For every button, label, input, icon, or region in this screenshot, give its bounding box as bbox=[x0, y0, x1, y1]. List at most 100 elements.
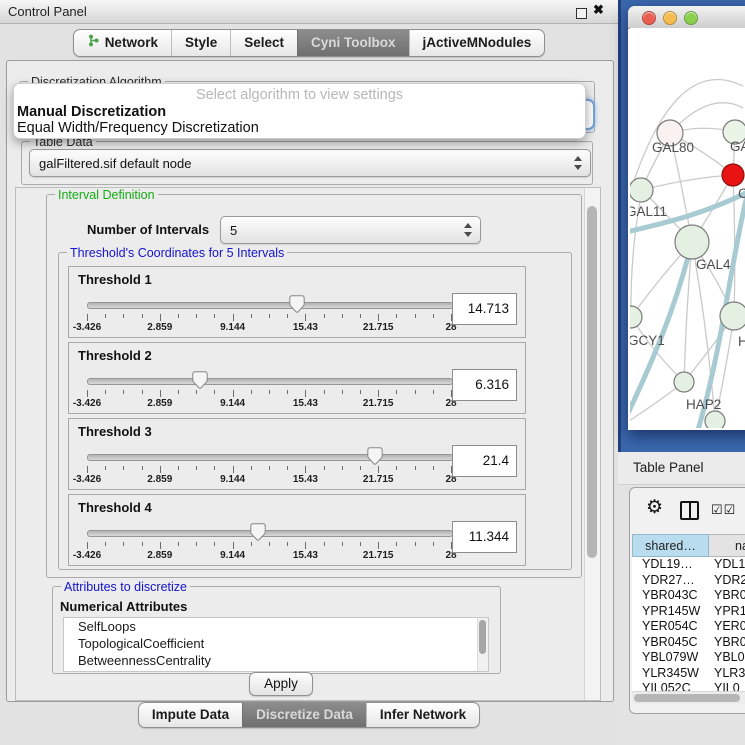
table-cell[interactable]: YBL079W bbox=[632, 650, 709, 666]
table-row[interactable]: YBR043CYBR0 bbox=[632, 588, 745, 604]
num-intervals-combobox[interactable]: 5 bbox=[220, 216, 481, 244]
table-cell[interactable]: YLR3 bbox=[709, 666, 745, 682]
table-rows: YDL19…YDL1YDR27…YDR2YBR043CYBR0YPR145WYP… bbox=[632, 557, 745, 691]
float-window-icon[interactable] bbox=[576, 8, 587, 19]
tick-mark bbox=[324, 466, 325, 470]
dropdown-option-manual[interactable]: Manual Discretization bbox=[17, 104, 166, 120]
tab-network[interactable]: Network bbox=[74, 30, 171, 56]
tab-jactivemnodules[interactable]: jActiveMNodules bbox=[409, 30, 545, 56]
network-node[interactable] bbox=[674, 372, 694, 392]
list-item[interactable]: BetweennessCentrality bbox=[64, 652, 488, 669]
table-cell[interactable]: YBR045C bbox=[632, 635, 709, 651]
table-cell[interactable]: YER0 bbox=[709, 619, 745, 635]
dropdown-hint: Select algorithm to view settings bbox=[14, 87, 585, 103]
table-cell[interactable]: YBR0 bbox=[709, 635, 745, 651]
table-cell[interactable]: YPR145W bbox=[632, 604, 709, 620]
tick-mark bbox=[360, 314, 361, 318]
threshold-value-field[interactable]: 21.4 bbox=[452, 445, 517, 477]
scrollbar-thumb[interactable] bbox=[634, 694, 740, 702]
close-traffic-light-icon[interactable] bbox=[642, 11, 656, 25]
threshold-slider[interactable] bbox=[87, 297, 451, 313]
close-icon[interactable]: ✖ bbox=[593, 2, 604, 18]
tick-mark bbox=[305, 390, 306, 397]
tick-mark bbox=[324, 542, 325, 546]
list-scrollbar[interactable] bbox=[477, 618, 488, 671]
table-row[interactable]: YLR345WYLR3 bbox=[632, 666, 745, 682]
threshold-slider[interactable] bbox=[87, 525, 451, 541]
tick-mark bbox=[233, 390, 234, 397]
apply-button[interactable]: Apply bbox=[249, 672, 313, 696]
dropdown-option-equal-width[interactable]: Equal Width/Frequency Discretization bbox=[17, 120, 259, 136]
table-cell[interactable]: YDR27… bbox=[632, 573, 709, 589]
tick-mark bbox=[142, 542, 143, 546]
zoom-traffic-light-icon[interactable] bbox=[684, 11, 698, 25]
tab-label: Network bbox=[105, 30, 158, 56]
network-window-titlebar bbox=[628, 6, 745, 29]
cyni-toolbox-pane: Discretization Algorithm Select algorith… bbox=[6, 60, 614, 702]
table-cell[interactable]: YPR1 bbox=[709, 604, 745, 620]
table-cell[interactable]: YIL052C bbox=[632, 681, 709, 691]
horizontal-scrollbar[interactable] bbox=[632, 691, 745, 704]
column-header-name[interactable]: na bbox=[709, 534, 745, 557]
table-cell[interactable]: YER054C bbox=[632, 619, 709, 635]
network-node[interactable] bbox=[705, 411, 725, 428]
network-node[interactable] bbox=[630, 178, 653, 202]
table-row[interactable]: YDR27…YDR2 bbox=[632, 573, 745, 589]
table-cell[interactable]: YDR2 bbox=[709, 573, 745, 589]
table-cell[interactable]: YBL0 bbox=[709, 650, 745, 666]
table-row[interactable]: YER054CYER0 bbox=[632, 619, 745, 635]
table-cell[interactable]: YBR043C bbox=[632, 588, 709, 604]
list-item[interactable]: SelfLoops bbox=[64, 618, 488, 635]
numerical-attributes-label: Numerical Attributes bbox=[60, 599, 187, 614]
node-label: GAL4 bbox=[696, 257, 731, 272]
list-item[interactable]: TopologicalCoefficient bbox=[64, 635, 488, 652]
table-row[interactable]: YDL19…YDL1 bbox=[632, 557, 745, 573]
network-node[interactable] bbox=[720, 302, 745, 330]
network-node[interactable] bbox=[630, 306, 642, 328]
table-cell[interactable]: YLR345W bbox=[632, 666, 709, 682]
split-view-icon[interactable] bbox=[680, 501, 699, 520]
vertical-scrollbar[interactable] bbox=[584, 188, 600, 700]
threshold-3-box: Threshold 3 -3.426 2.859 9.144 15.43 21.… bbox=[68, 418, 526, 490]
tick-mark bbox=[433, 390, 434, 394]
node-label: GCY1 bbox=[630, 333, 665, 348]
network-edge[interactable] bbox=[642, 175, 733, 190]
tab-discretize-data[interactable]: Discretize Data bbox=[242, 703, 366, 727]
checkbox-columns-icon[interactable]: ☑☑ bbox=[711, 502, 736, 518]
threshold-2-box: Threshold 2 -3.426 2.859 9.144 15.43 21.… bbox=[68, 342, 526, 414]
network-canvas[interactable]: GAL80GACGAL11GAL4GCY1HHAP2 bbox=[630, 28, 745, 428]
tab-cyni-toolbox[interactable]: Cyni Toolbox bbox=[297, 30, 409, 56]
threshold-value-field[interactable]: 6.316 bbox=[452, 369, 517, 401]
column-header-shared-name[interactable]: shared… bbox=[632, 534, 709, 557]
threshold-value-field[interactable]: 14.713 bbox=[452, 293, 517, 325]
tab-style[interactable]: Style bbox=[171, 30, 230, 56]
network-node[interactable] bbox=[722, 164, 744, 186]
tick-mark bbox=[269, 542, 270, 546]
table-data-combobox[interactable]: galFiltered.sif default node bbox=[29, 149, 591, 177]
network-node[interactable] bbox=[675, 225, 709, 259]
scrollbar-thumb[interactable] bbox=[587, 206, 597, 558]
table-panel-region: Table Panel ⚙ ☑☑ shared… na YDL19…YDL1YD… bbox=[618, 452, 745, 745]
slider-track bbox=[87, 378, 453, 385]
tick-mark bbox=[287, 390, 288, 394]
tick-mark bbox=[433, 542, 434, 546]
table-row[interactable]: YPR145WYPR1 bbox=[632, 604, 745, 620]
table-cell[interactable]: YIL0 bbox=[709, 681, 745, 691]
threshold-slider[interactable] bbox=[87, 449, 451, 465]
tick-mark bbox=[324, 314, 325, 318]
table-cell[interactable]: YDL1 bbox=[709, 557, 745, 573]
tick-mark bbox=[178, 314, 179, 318]
minimize-traffic-light-icon[interactable] bbox=[663, 11, 677, 25]
tab-select[interactable]: Select bbox=[230, 30, 297, 56]
threshold-value-field[interactable]: 11.344 bbox=[452, 521, 517, 553]
table-row[interactable]: YIL052CYIL0 bbox=[632, 681, 745, 691]
tick-mark bbox=[378, 542, 379, 549]
table-row[interactable]: YBL079WYBL0 bbox=[632, 650, 745, 666]
table-cell[interactable]: YDL19… bbox=[632, 557, 709, 573]
tab-infer-network[interactable]: Infer Network bbox=[366, 703, 479, 727]
table-row[interactable]: YBR045CYBR0 bbox=[632, 635, 745, 651]
tab-impute-data[interactable]: Impute Data bbox=[139, 703, 242, 727]
table-cell[interactable]: YBR0 bbox=[709, 588, 745, 604]
gear-icon[interactable]: ⚙ bbox=[646, 496, 663, 519]
threshold-slider[interactable] bbox=[87, 373, 451, 389]
